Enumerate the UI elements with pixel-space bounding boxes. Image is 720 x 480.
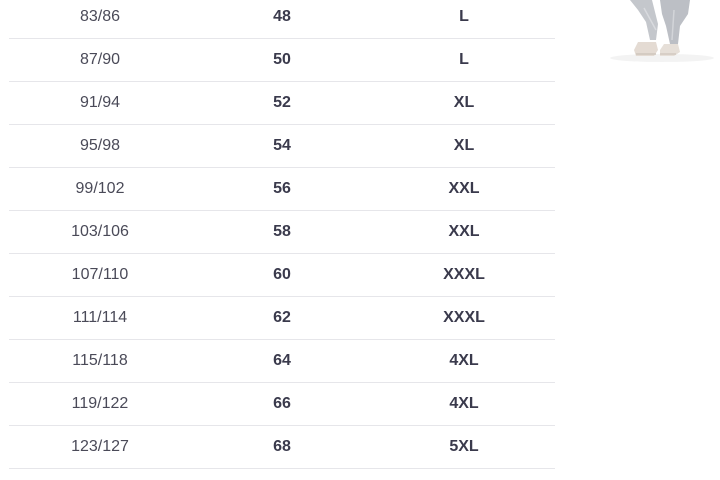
table-row: 87/90 50 L bbox=[9, 38, 555, 82]
table-row: 95/98 54 XL bbox=[9, 124, 555, 168]
eu-size-cell: 52 bbox=[191, 81, 373, 125]
waist-cell: 103/106 bbox=[9, 210, 191, 254]
table-row: 107/110 60 XXXL bbox=[9, 253, 555, 297]
waist-cell: 123/127 bbox=[9, 425, 191, 469]
waist-cell: 95/98 bbox=[9, 124, 191, 168]
letter-size-cell: 4XL bbox=[373, 382, 555, 426]
eu-size-cell: 58 bbox=[191, 210, 373, 254]
eu-size-cell: 66 bbox=[191, 382, 373, 426]
table-row: 103/106 58 XXL bbox=[9, 210, 555, 254]
letter-size-cell: XXXL bbox=[373, 296, 555, 340]
waist-cell: 99/102 bbox=[9, 167, 191, 211]
letter-size-cell: L bbox=[373, 38, 555, 82]
eu-size-cell: 62 bbox=[191, 296, 373, 340]
waist-cell: 107/110 bbox=[9, 253, 191, 297]
eu-size-cell: 56 bbox=[191, 167, 373, 211]
waist-cell: 87/90 bbox=[9, 38, 191, 82]
size-chart-table: 83/86 48 L 87/90 50 L 91/94 52 XL 95/98 … bbox=[9, 0, 555, 469]
waist-cell: 83/86 bbox=[9, 0, 191, 39]
waist-cell: 91/94 bbox=[9, 81, 191, 125]
waist-cell: 119/122 bbox=[9, 382, 191, 426]
eu-size-cell: 50 bbox=[191, 38, 373, 82]
table-row: 111/114 62 XXXL bbox=[9, 296, 555, 340]
eu-size-cell: 68 bbox=[191, 425, 373, 469]
letter-size-cell: XXL bbox=[373, 210, 555, 254]
letter-size-cell: L bbox=[373, 0, 555, 39]
table-row: 91/94 52 XL bbox=[9, 81, 555, 125]
table-row: 119/122 66 4XL bbox=[9, 382, 555, 426]
table-row: 123/127 68 5XL bbox=[9, 425, 555, 469]
eu-size-cell: 60 bbox=[191, 253, 373, 297]
letter-size-cell: XXL bbox=[373, 167, 555, 211]
model-legs-image bbox=[610, 0, 714, 62]
eu-size-cell: 48 bbox=[191, 0, 373, 39]
table-row: 115/118 64 4XL bbox=[9, 339, 555, 383]
letter-size-cell: XL bbox=[373, 124, 555, 168]
size-chart-page: 83/86 48 L 87/90 50 L 91/94 52 XL 95/98 … bbox=[0, 0, 720, 480]
table-row: 99/102 56 XXL bbox=[9, 167, 555, 211]
size-chart-body: 83/86 48 L 87/90 50 L 91/94 52 XL 95/98 … bbox=[9, 0, 555, 469]
eu-size-cell: 54 bbox=[191, 124, 373, 168]
eu-size-cell: 64 bbox=[191, 339, 373, 383]
letter-size-cell: XL bbox=[373, 81, 555, 125]
waist-cell: 115/118 bbox=[9, 339, 191, 383]
table-row: 83/86 48 L bbox=[9, 0, 555, 39]
letter-size-cell: XXXL bbox=[373, 253, 555, 297]
letter-size-cell: 4XL bbox=[373, 339, 555, 383]
letter-size-cell: 5XL bbox=[373, 425, 555, 469]
waist-cell: 111/114 bbox=[9, 296, 191, 340]
